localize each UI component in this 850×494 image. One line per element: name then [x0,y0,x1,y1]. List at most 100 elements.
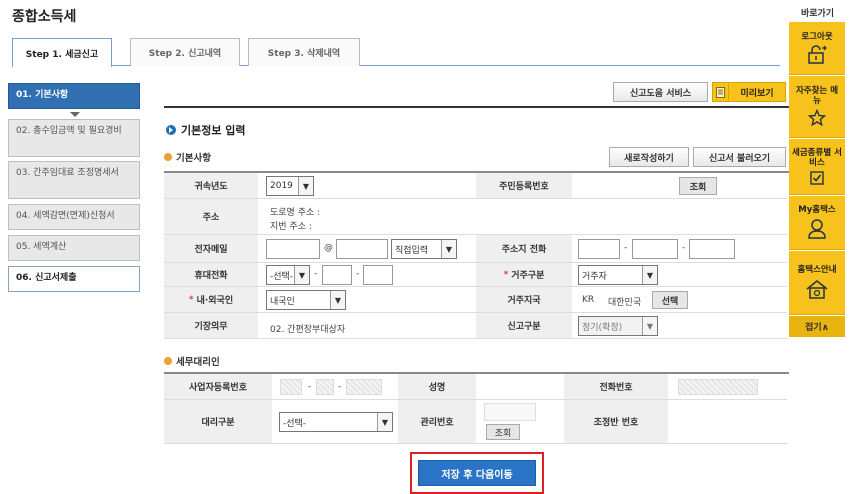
email-domain-select[interactable]: 직접입력 ▼ [391,239,457,259]
residence-label-text: 거주구분 [511,271,545,281]
email-domain-input[interactable] [336,239,388,259]
chevron-down-icon: ▼ [642,317,657,335]
home-phone-3-input[interactable] [689,239,735,259]
agent-biz-no-3-input[interactable] [346,379,382,395]
table-row: * 내·외국인 내국인 ▼ 거주지국 KR 대한민국 선택 [164,287,787,313]
mobile-2-input[interactable] [322,265,352,285]
residence-value: 거주자 [582,271,607,282]
mobile-3-input[interactable] [363,265,393,285]
table-row: 휴대전화 -선택- ▼ - - * 거주구분 거주자 ▼ [164,263,787,287]
mgmt-no-label: 관리번호 [398,400,476,443]
email-domain-value: 직접입력 [395,245,429,256]
step-submit[interactable]: 06. 신고서제출 [8,266,140,292]
step-tabs: Step 1. 세금신고 Step 2. 신고내역 Step 3. 삭제내역 [12,38,780,67]
mobile-prefix-value: -선택- [270,271,294,282]
agent-type-label: 대리구분 [164,400,272,443]
chevron-down-icon: ▼ [330,291,345,309]
step-rent-adjust[interactable]: 03. 간주임대료 조정명세서 [8,161,140,199]
agent-type-value: -선택- [283,418,307,429]
road-address: 도로명 주소 : [270,208,321,218]
basic-info-section-title: 기본정보 입력 [166,122,246,138]
nationality-label-text: 내·외국인 [196,296,234,306]
ssn-lookup-button[interactable]: 조회 [679,177,717,195]
home-phone-2-input[interactable] [632,239,678,259]
content-divider [164,106,789,108]
basic-sub-title: 기본사항 [164,150,211,164]
tab-step2[interactable]: Step 2. 신고내역 [130,38,240,66]
sidebar-item-label: 자주찾는 메뉴 [795,86,839,106]
sidebar-collapse-button[interactable]: 접기∧ [789,316,845,337]
tab-step3[interactable]: Step 3. 삭제내역 [248,38,360,66]
agent-biz-no-label: 사업자등록번호 [164,374,272,399]
country-code: KR [582,295,595,305]
ssn-label: 주민등록번호 [476,173,572,198]
agent-type-select[interactable]: -선택- ▼ [279,412,393,432]
agent-phone-label: 전화번호 [564,374,668,399]
residence-select[interactable]: 거주자 ▼ [578,265,658,285]
section-bullet-icon [166,125,176,135]
chevron-down-icon: ▼ [377,413,392,431]
step-arrow-icon [70,112,80,117]
agent-biz-no-2-input[interactable] [316,379,334,395]
nationality-label: * 내·외국인 [164,287,258,312]
star-icon [808,109,826,127]
agent-biz-no-1-input[interactable] [280,379,302,395]
dash: - [356,269,360,279]
home-phone-1-input[interactable] [578,239,620,259]
year-label: 귀속년도 [164,173,258,198]
sidebar-item-label: My홈택스 [798,205,836,215]
dash: - [338,382,342,392]
preview-label: 미리보기 [740,88,774,99]
table-row: 대리구분 -선택- ▼ 관리번호 조회 조정반 번호 [164,400,787,444]
report-type-select[interactable]: 정기(확정) ▼ [578,316,658,336]
home-info-icon [806,279,828,299]
tax-agent-title-text: 세무대리인 [176,357,220,368]
email-id-input[interactable] [266,239,320,259]
required-star-icon: * [188,294,194,305]
table-row: 전자메일 @ 직접입력 ▼ 주소지 전화 - - [164,235,787,263]
tab-step1[interactable]: Step 1. 세금신고 [12,38,112,67]
bookkeeping-label: 기장의무 [164,313,258,338]
sidebar-item-tax-services[interactable]: 세금종류별 서비스 [789,139,845,195]
sub-bullet-icon [164,357,172,365]
user-icon [808,219,826,239]
sidebar-item-my-hometax[interactable]: My홈택스 [789,196,845,250]
sidebar-item-favorites[interactable]: 자주찾는 메뉴 [789,76,845,138]
step-income-expense[interactable]: 02. 총수입금액 및 필요경비 [8,119,140,157]
nationality-select[interactable]: 내국인 ▼ [266,290,346,310]
sidebar-item-logout[interactable]: 로그아웃 [789,23,845,75]
agent-phone-input[interactable] [678,379,758,395]
help-service-button[interactable]: 신고도움 서비스 [613,82,708,102]
sidebar-item-label: 세금종류별 서비스 [792,148,842,168]
sidebar-item-hometax-guide[interactable]: 홈택스안내 [789,251,845,315]
dash: - [314,269,318,279]
section-title-text: 기본정보 입력 [181,124,246,137]
save-next-button[interactable]: 저장 후 다음이동 [418,460,536,486]
country-select-button[interactable]: 선택 [652,291,688,309]
residence-country-label: 거주지국 [476,287,572,312]
step-tax-calc[interactable]: 05. 세액계산 [8,235,140,261]
mobile-label: 휴대전화 [164,263,258,286]
email-label: 전자메일 [164,235,258,262]
tax-agent-sub-title: 세무대리인 [164,354,220,368]
adjust-no-label: 조정반 번호 [564,400,668,443]
chevron-down-icon: ▼ [441,240,456,258]
year-select[interactable]: 2019 ▼ [266,176,314,196]
load-report-button[interactable]: 신고서 불러오기 [693,147,786,167]
mobile-prefix-select[interactable]: -선택- ▼ [266,265,310,285]
step-tax-reduction[interactable]: 04. 세액감면(면제)신청서 [8,204,140,230]
nationality-value: 내국인 [270,296,295,307]
home-phone-label: 주소지 전화 [476,235,572,262]
chevron-down-icon: ▼ [294,266,309,284]
step-basic-info[interactable]: 01. 기본사항 [8,83,140,109]
table-row: 주소 도로명 주소 : 지번 주소 : [164,199,787,235]
table-row: 귀속년도 2019 ▼ 주민등록번호 조회 [164,173,787,199]
lot-address: 지번 주소 : [270,222,312,232]
address-label: 주소 [164,199,258,234]
new-report-button[interactable]: 새로작성하기 [609,147,689,167]
preview-button[interactable]: 미리보기 [712,82,786,102]
chevron-down-icon: ▼ [642,266,657,284]
mgmt-lookup-button[interactable]: 조회 [486,424,520,440]
mgmt-no-input[interactable] [484,403,536,421]
year-value: 2019 [270,181,293,191]
